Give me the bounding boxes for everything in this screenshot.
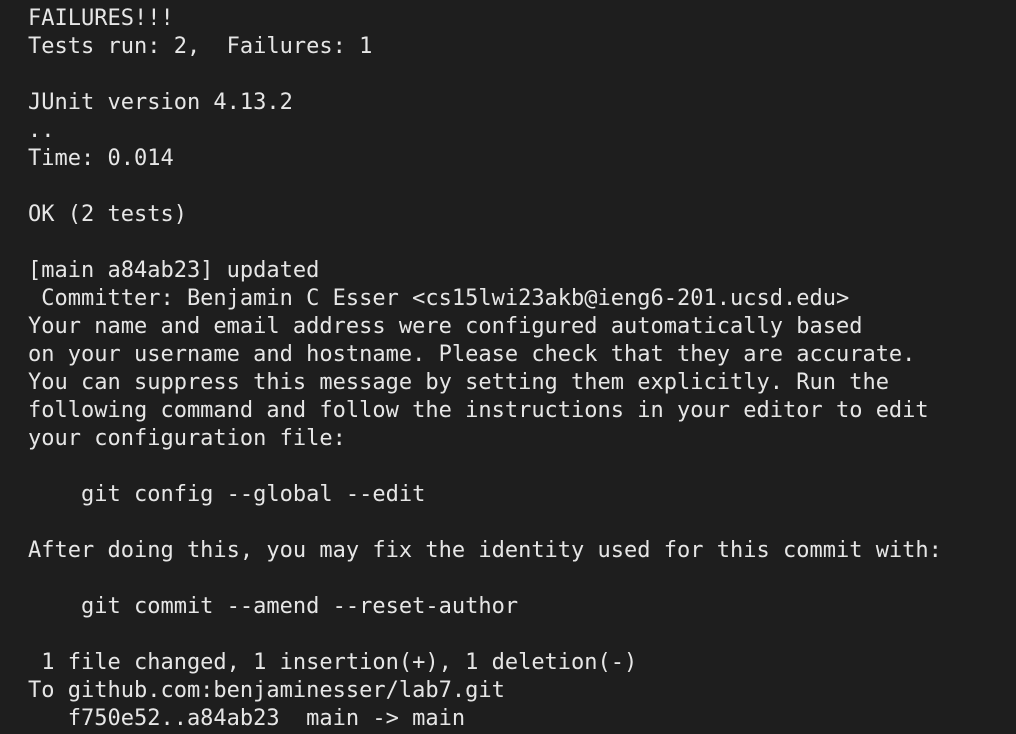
terminal-line-message: Your name and email address were configu… [28, 314, 863, 339]
terminal-line-message: After doing this, you may fix the identi… [28, 538, 942, 563]
terminal-line-committer: Committer: Benjamin C Esser <cs15lwi23ak… [28, 286, 850, 311]
terminal-line-junit-version: JUnit version 4.13.2 [28, 90, 293, 115]
terminal-line-message: You can suppress this message by setting… [28, 370, 889, 395]
terminal-line-failures: FAILURES!!! [28, 6, 174, 31]
terminal-output[interactable]: FAILURES!!! Tests run: 2, Failures: 1 JU… [0, 0, 1016, 734]
terminal-line-commit: [main a84ab23] updated [28, 258, 320, 283]
terminal-line-push-remote: To github.com:benjaminesser/lab7.git [28, 678, 505, 703]
terminal-line-push-refs: f750e52..a84ab23 main -> main [28, 706, 466, 731]
terminal-line-command: git commit --amend --reset-author [28, 594, 519, 619]
terminal-line-time: Time: 0.014 [28, 146, 174, 171]
terminal-line-file-summary: 1 file changed, 1 insertion(+), 1 deleti… [28, 650, 638, 675]
terminal-line-command: git config --global --edit [28, 482, 426, 507]
terminal-line-progress: .. [28, 118, 55, 143]
terminal-line-ok: OK (2 tests) [28, 202, 187, 227]
terminal-line-tests-run: Tests run: 2, Failures: 1 [28, 34, 373, 59]
terminal-line-message: following command and follow the instruc… [28, 398, 929, 423]
terminal-line-message: your configuration file: [28, 426, 346, 451]
terminal-line-message: on your username and hostname. Please ch… [28, 342, 916, 367]
